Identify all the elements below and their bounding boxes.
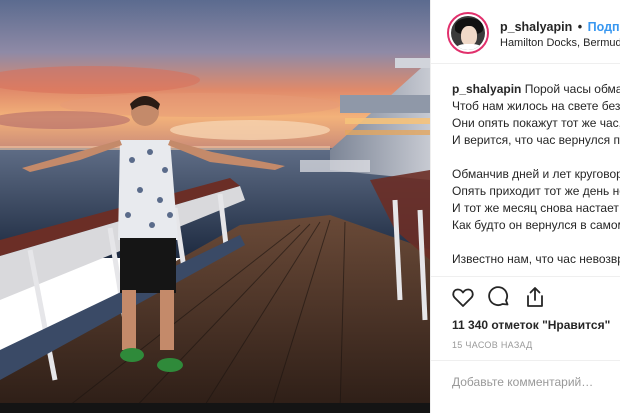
avatar-image — [451, 16, 485, 50]
header-user-line: p_shalyapin • Подписаться — [500, 20, 620, 34]
post-actions — [431, 276, 620, 316]
comment-input[interactable] — [452, 375, 617, 389]
caption-line: Порой часы обманывают нас, — [524, 82, 620, 96]
separator-dot: • — [577, 20, 583, 34]
caption-line: И верится, что час вернулся прежний. — [452, 133, 620, 147]
post-side-panel: p_shalyapin • Подписаться Hamilton Docks… — [430, 0, 620, 413]
bottom-strip — [0, 403, 430, 413]
caption-line: Они опять покажут тот же час, — [452, 116, 620, 130]
caption-line: Опять приходит тот же день недели, — [452, 184, 620, 198]
caption-line: Известно нам, что час невозвратим… — [452, 252, 620, 266]
caption: p_shalyapin Порой часы обманывают нас, Ч… — [452, 81, 620, 268]
caption-line: И тот же месяц снова настает — — [452, 201, 620, 215]
sunset-cruise-deck-image — [0, 0, 430, 413]
follow-button[interactable]: Подписаться — [588, 20, 620, 34]
post-header: p_shalyapin • Подписаться Hamilton Docks… — [431, 0, 620, 64]
caption-line: Чтоб нам жилось на свете безмятежней. — [452, 99, 620, 113]
heart-icon[interactable] — [451, 285, 475, 309]
caption-username[interactable]: p_shalyapin — [452, 82, 521, 96]
username-link[interactable]: p_shalyapin — [500, 20, 572, 34]
post-photo[interactable] — [0, 0, 430, 413]
caption-line: Обманчив дней и лет круговорот: — [452, 167, 620, 181]
post-timestamp[interactable]: 15 часов назад — [452, 340, 533, 350]
likes-count[interactable]: 11 340 отметок "Нравится" — [452, 318, 610, 332]
comment-box — [431, 360, 620, 413]
avatar[interactable] — [447, 12, 489, 54]
caption-line: Как будто он вернулся в самом деле. — [452, 218, 620, 232]
comment-icon[interactable] — [487, 285, 511, 309]
caption-gap — [452, 234, 620, 251]
location-link[interactable]: Hamilton Docks, Bermuda — [500, 37, 620, 49]
share-icon[interactable] — [523, 285, 547, 309]
caption-gap — [452, 149, 620, 166]
